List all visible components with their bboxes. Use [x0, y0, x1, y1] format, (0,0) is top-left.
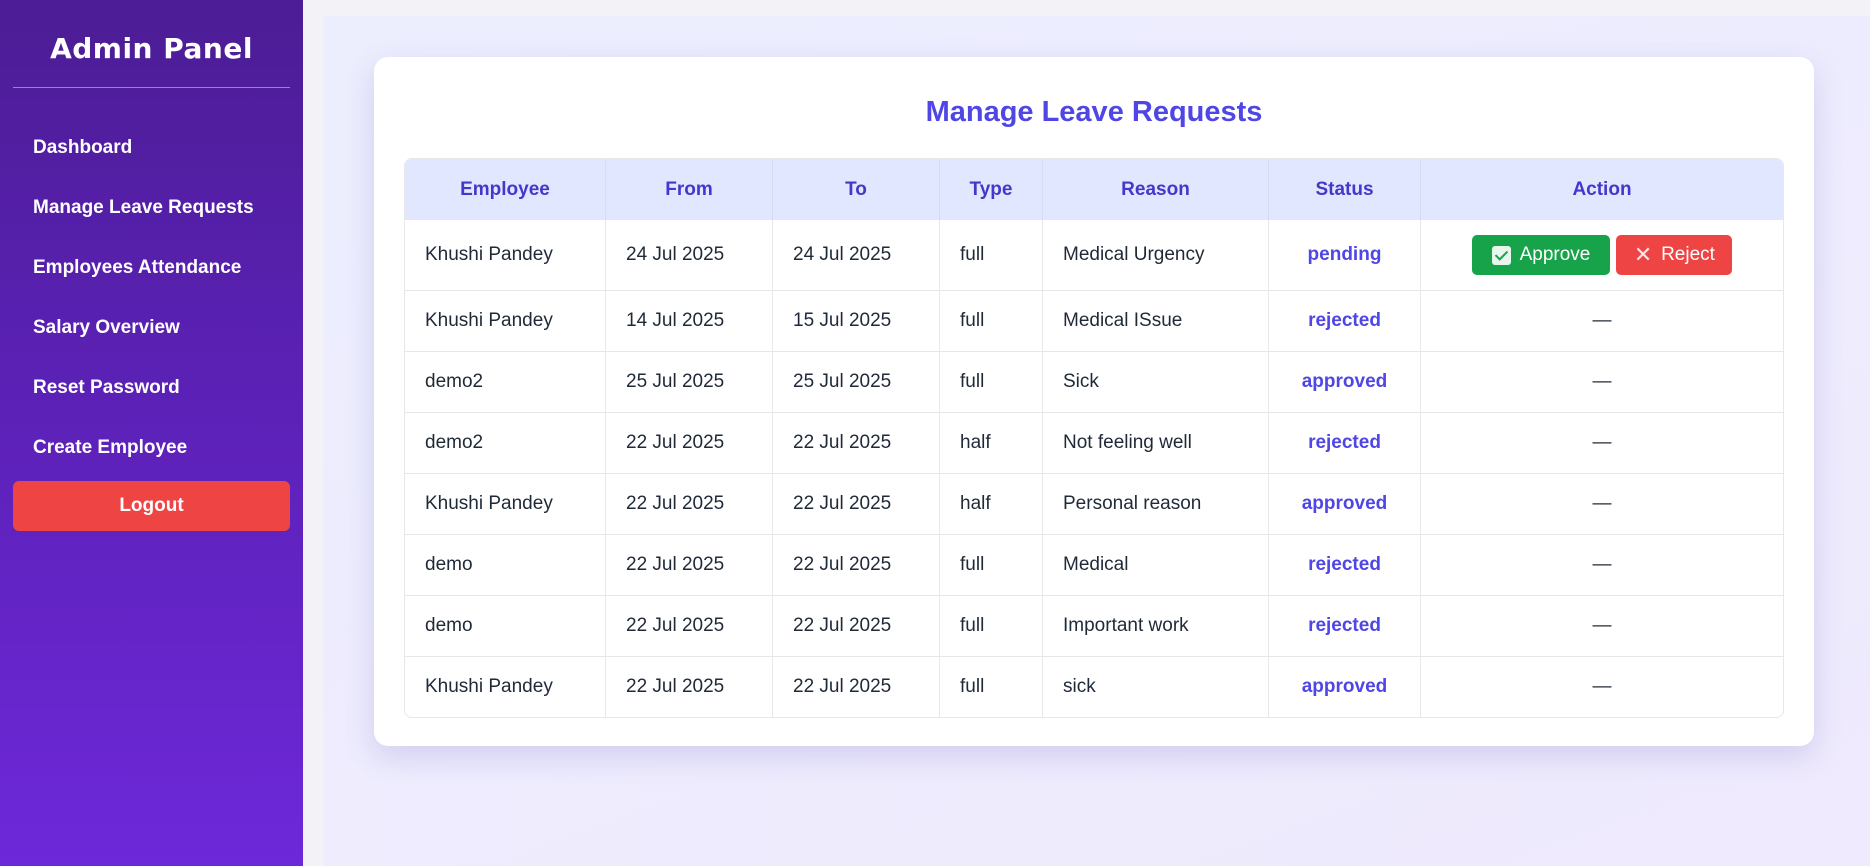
column-header-action: Action — [1421, 159, 1783, 220]
sidebar-item-create-employee[interactable]: Create Employee — [13, 418, 290, 478]
cell-from: 22 Jul 2025 — [606, 595, 773, 656]
leave-requests-card: Manage Leave Requests Employee From To T… — [374, 57, 1814, 746]
cell-type: full — [940, 595, 1043, 656]
cell-to: 15 Jul 2025 — [773, 290, 940, 351]
status-badge: rejected — [1269, 534, 1421, 595]
sidebar-item-employees-attendance[interactable]: Employees Attendance — [13, 238, 290, 298]
status-badge: approved — [1269, 656, 1421, 717]
table-row: demo2 25 Jul 2025 25 Jul 2025 full Sick … — [405, 351, 1783, 412]
table-row: demo 22 Jul 2025 22 Jul 2025 full Import… — [405, 595, 1783, 656]
status-badge: rejected — [1269, 412, 1421, 473]
cell-action: — — [1421, 595, 1783, 656]
cell-to: 24 Jul 2025 — [773, 220, 940, 290]
cell-to: 22 Jul 2025 — [773, 656, 940, 717]
table-header: Employee From To Type Reason Status Acti… — [405, 159, 1783, 220]
cell-from: 14 Jul 2025 — [606, 290, 773, 351]
cell-employee: Khushi Pandey — [405, 656, 606, 717]
cell-reason: Medical Urgency — [1043, 220, 1269, 290]
page-title: Manage Leave Requests — [925, 96, 1263, 128]
table-row: Khushi Pandey 22 Jul 2025 22 Jul 2025 fu… — [405, 656, 1783, 717]
cell-type: half — [940, 473, 1043, 534]
column-header-reason: Reason — [1043, 159, 1269, 220]
column-header-type: Type — [940, 159, 1043, 220]
sidebar-item-manage-leave-requests[interactable]: Manage Leave Requests — [13, 178, 290, 238]
cell-type: full — [940, 534, 1043, 595]
cell-action: — — [1421, 656, 1783, 717]
cell-type: full — [940, 290, 1043, 351]
cell-reason: Medical — [1043, 534, 1269, 595]
cell-type: half — [940, 412, 1043, 473]
cell-reason: Not feeling well — [1043, 412, 1269, 473]
sidebar-item-reset-password[interactable]: Reset Password — [13, 358, 290, 418]
status-badge: approved — [1269, 351, 1421, 412]
cell-employee: Khushi Pandey — [405, 473, 606, 534]
approve-label: Approve — [1519, 244, 1591, 265]
table-body: Khushi Pandey 24 Jul 2025 24 Jul 2025 fu… — [405, 220, 1783, 717]
cell-reason: Important work — [1043, 595, 1269, 656]
cell-to: 25 Jul 2025 — [773, 351, 940, 412]
cell-type: full — [940, 656, 1043, 717]
cell-reason: Sick — [1043, 351, 1269, 412]
reject-label: Reject — [1661, 244, 1715, 265]
cell-from: 25 Jul 2025 — [606, 351, 773, 412]
cell-employee: Khushi Pandey — [405, 290, 606, 351]
cell-employee: demo2 — [405, 351, 606, 412]
cell-from: 22 Jul 2025 — [606, 473, 773, 534]
cell-from: 22 Jul 2025 — [606, 656, 773, 717]
cell-to: 22 Jul 2025 — [773, 412, 940, 473]
status-badge: approved — [1269, 473, 1421, 534]
cell-action: — — [1421, 473, 1783, 534]
main-area: Manage Leave Requests Employee From To T… — [303, 0, 1870, 866]
status-badge: pending — [1269, 220, 1421, 290]
check-square-icon — [1491, 245, 1511, 265]
leave-requests-table: Employee From To Type Reason Status Acti… — [404, 158, 1784, 718]
reject-button[interactable]: ✕ Reject — [1616, 235, 1732, 275]
table-row: demo2 22 Jul 2025 22 Jul 2025 half Not f… — [405, 412, 1783, 473]
sidebar-item-salary-overview[interactable]: Salary Overview — [13, 298, 290, 358]
cell-action: — — [1421, 351, 1783, 412]
cell-action: — — [1421, 534, 1783, 595]
status-badge: rejected — [1269, 290, 1421, 351]
sidebar-nav: Dashboard Manage Leave Requests Employee… — [13, 118, 290, 478]
cell-employee: demo — [405, 595, 606, 656]
main-background: Manage Leave Requests Employee From To T… — [323, 16, 1870, 866]
cell-action: Approve ✕ Reject — [1421, 220, 1783, 290]
table-row: Khushi Pandey 14 Jul 2025 15 Jul 2025 fu… — [405, 290, 1783, 351]
cell-employee: Khushi Pandey — [405, 220, 606, 290]
cell-to: 22 Jul 2025 — [773, 473, 940, 534]
cell-type: full — [940, 220, 1043, 290]
column-header-employee: Employee — [405, 159, 606, 220]
cell-employee: demo2 — [405, 412, 606, 473]
app-root: Admin Panel Dashboard Manage Leave Reque… — [0, 0, 1870, 866]
cell-to: 22 Jul 2025 — [773, 534, 940, 595]
column-header-to: To — [773, 159, 940, 220]
cell-to: 22 Jul 2025 — [773, 595, 940, 656]
logout-button[interactable]: Logout — [13, 481, 290, 531]
sidebar: Admin Panel Dashboard Manage Leave Reque… — [0, 0, 303, 866]
cell-reason: Medical ISsue — [1043, 290, 1269, 351]
cell-action: — — [1421, 412, 1783, 473]
cell-from: 22 Jul 2025 — [606, 534, 773, 595]
cell-type: full — [940, 351, 1043, 412]
table-row: Khushi Pandey 24 Jul 2025 24 Jul 2025 fu… — [405, 220, 1783, 290]
table-row: Khushi Pandey 22 Jul 2025 22 Jul 2025 ha… — [405, 473, 1783, 534]
cell-employee: demo — [405, 534, 606, 595]
sidebar-item-dashboard[interactable]: Dashboard — [13, 118, 290, 178]
column-header-from: From — [606, 159, 773, 220]
cell-from: 22 Jul 2025 — [606, 412, 773, 473]
sidebar-brand: Admin Panel — [13, 0, 290, 88]
x-icon: ✕ — [1633, 242, 1653, 267]
column-header-status: Status — [1269, 159, 1421, 220]
table-header-row: Employee From To Type Reason Status Acti… — [405, 159, 1783, 220]
approve-button[interactable]: Approve — [1472, 235, 1610, 275]
table-row: demo 22 Jul 2025 22 Jul 2025 full Medica… — [405, 534, 1783, 595]
cell-reason: Personal reason — [1043, 473, 1269, 534]
status-badge: rejected — [1269, 595, 1421, 656]
cell-action: — — [1421, 290, 1783, 351]
cell-reason: sick — [1043, 656, 1269, 717]
cell-from: 24 Jul 2025 — [606, 220, 773, 290]
